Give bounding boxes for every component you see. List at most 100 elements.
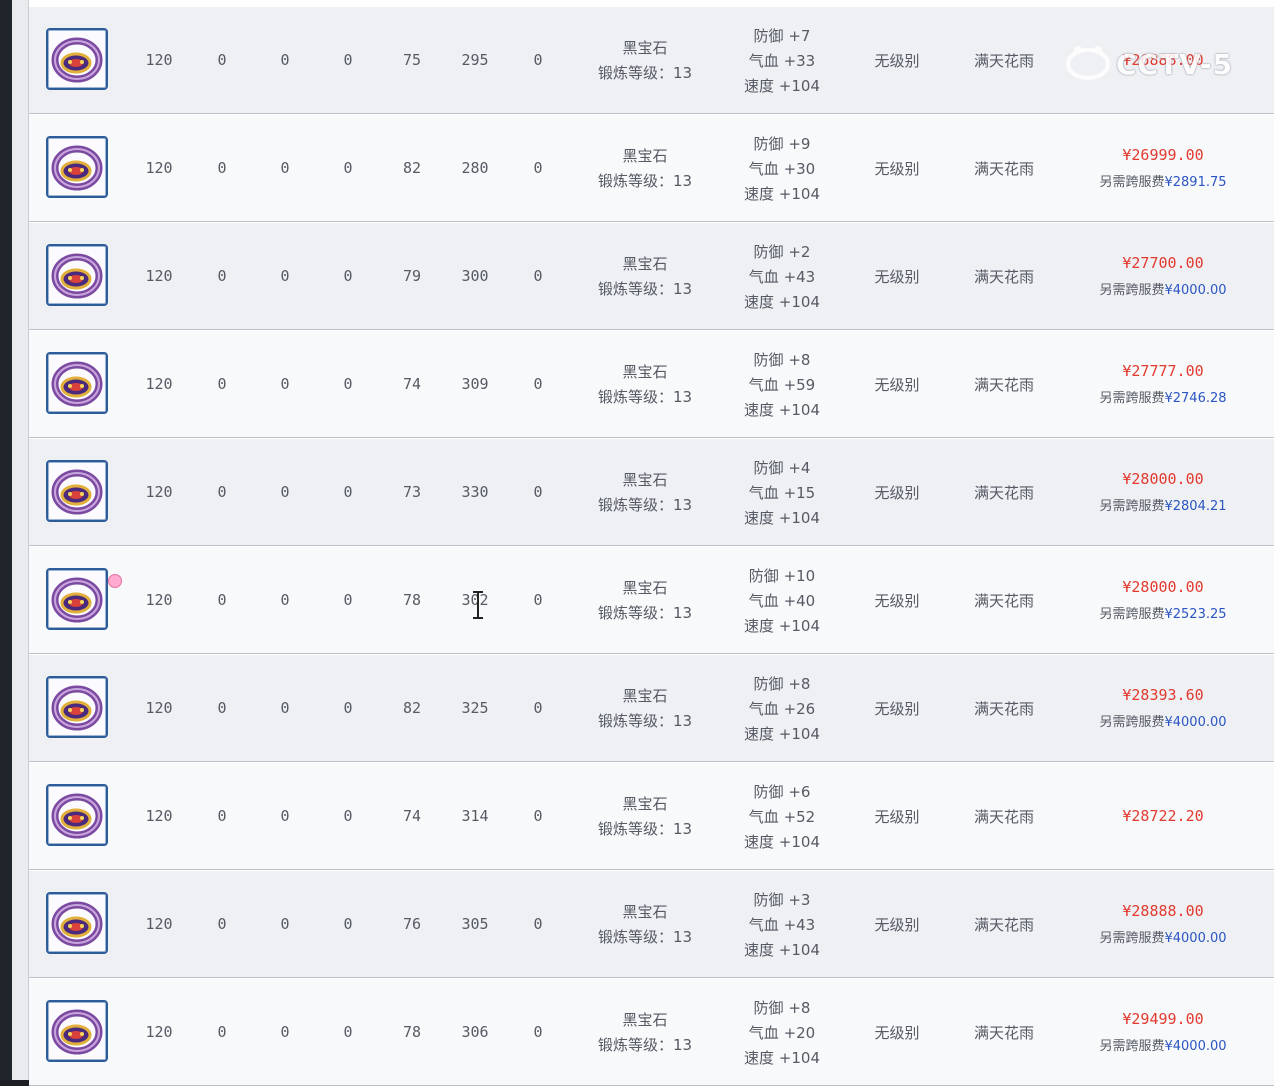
level-class: 无级别 — [874, 699, 920, 718]
attr-value-5: 309 — [461, 375, 489, 393]
speed-stat-label: 速度 — [744, 940, 775, 959]
equipment-listing-table: 120 0 0 0 75 295 0 黑宝石 锻炼等级：13 防御 +7 气血 +33 速度 +104… — [28, 0, 1274, 1086]
hp-stat-label: 气血 — [748, 915, 779, 934]
item-ring-icon[interactable] — [46, 1000, 108, 1062]
hp-stat-value: +15 — [783, 483, 816, 502]
level-value: 120 — [145, 159, 173, 177]
speed-stat-label: 速度 — [744, 508, 775, 527]
cross-server-fee: 另需跨服费¥4000.00 — [1099, 279, 1226, 298]
speed-stat-label: 速度 — [744, 616, 775, 635]
table-row[interactable]: 120 0 0 0 74 309 0 黑宝石 锻炼等级：13 防御 +8 气血 +59 速度 +104… — [29, 331, 1274, 438]
price-info: ¥26999.00 另需跨服费¥2891.75 — [1075, 115, 1251, 221]
level-class: 无级别 — [874, 159, 920, 178]
gem-info: 黑宝石 锻炼等级：13 — [575, 223, 715, 329]
gem-name: 黑宝石 — [622, 363, 668, 381]
price-value[interactable]: ¥27700.00 — [1122, 254, 1203, 272]
special-effect: 满天花雨 — [973, 699, 1034, 718]
item-ring-icon[interactable] — [46, 784, 108, 846]
attr-value-3: 0 — [343, 699, 353, 717]
table-row[interactable]: 120 0 0 0 73 330 0 黑宝石 锻炼等级：13 防御 +4 气血 +15 速度 +104… — [29, 439, 1274, 546]
table-row[interactable]: 120 0 0 0 78 302 0 黑宝石 锻炼等级：13 防御 +10 气血 +40 速度 +10… — [29, 547, 1274, 654]
hp-stat: 气血 +40 — [749, 590, 815, 611]
price-info: ¥28888.00 另需跨服费¥4000.00 — [1075, 871, 1251, 977]
item-ring-icon[interactable] — [46, 28, 108, 90]
gem-name: 黑宝石 — [622, 39, 668, 57]
attr-value-5: 305 — [461, 915, 489, 933]
attr-value-2: 0 — [280, 591, 290, 609]
fee-label: 另需跨服费 — [1099, 607, 1165, 622]
price-value[interactable]: ¥28888.00 — [1122, 902, 1203, 920]
defense-stat-label: 防御 — [753, 890, 784, 909]
left-edge-strip — [0, 0, 12, 1080]
forge-value: 13 — [672, 64, 693, 82]
attr-value-6: 0 — [533, 699, 543, 717]
fee-label: 另需跨服费 — [1099, 499, 1165, 514]
attr-value-3: 0 — [343, 591, 353, 609]
stat-bonuses: 防御 +9 气血 +30 速度 +104 — [723, 115, 841, 221]
price-value[interactable]: ¥27777.00 — [1122, 362, 1203, 380]
forge-value: 13 — [672, 820, 693, 838]
attr-value-6: 0 — [533, 807, 543, 825]
attr-value-3: 0 — [343, 1023, 353, 1041]
level-value: 120 — [145, 375, 173, 393]
attr-value-1: 0 — [217, 159, 227, 177]
forge-value: 13 — [672, 172, 693, 190]
speed-stat-label: 速度 — [744, 832, 775, 851]
defense-stat: 防御 +4 — [754, 457, 811, 478]
forge-level: 锻炼等级：13 — [598, 278, 692, 299]
speed-stat: 速度 +104 — [744, 831, 820, 852]
defense-stat-value: +8 — [788, 674, 811, 693]
price-info: ¥28000.00 另需跨服费¥2523.25 — [1075, 547, 1251, 653]
forge-label: 锻炼等级： — [597, 820, 673, 838]
attr-value-6: 0 — [533, 915, 543, 933]
attr-value-5: 295 — [461, 51, 489, 69]
stat-bonuses: 防御 +7 气血 +33 速度 +104 — [723, 7, 841, 113]
level-class: 无级别 — [874, 915, 920, 934]
item-ring-icon[interactable] — [46, 676, 108, 738]
item-ring-icon[interactable] — [46, 460, 108, 522]
price-value[interactable]: ¥28000.00 — [1122, 470, 1203, 488]
table-row[interactable]: 120 0 0 0 82 325 0 黑宝石 锻炼等级：13 防御 +8 气血 +26 速度 +104… — [29, 655, 1274, 762]
defense-stat: 防御 +8 — [754, 673, 811, 694]
item-ring-icon[interactable] — [46, 352, 108, 414]
item-ring-icon[interactable] — [46, 892, 108, 954]
table-row[interactable]: 120 0 0 0 74 314 0 黑宝石 锻炼等级：13 防御 +6 气血 +52 速度 +104… — [29, 763, 1274, 870]
item-ring-icon[interactable] — [46, 244, 108, 306]
price-value[interactable]: ¥28722.20 — [1122, 807, 1203, 825]
defense-stat-value: +6 — [788, 782, 811, 801]
table-row[interactable]: 120 0 0 0 82 280 0 黑宝石 锻炼等级：13 防御 +9 气血 +30 速度 +104… — [29, 115, 1274, 222]
forge-label: 锻炼等级： — [597, 604, 673, 622]
table-row[interactable]: 120 0 0 0 79 300 0 黑宝石 锻炼等级：13 防御 +2 气血 +43 速度 +104… — [29, 223, 1274, 330]
attr-value-4: 74 — [402, 375, 422, 393]
defense-stat-label: 防御 — [753, 674, 784, 693]
table-row[interactable]: 120 0 0 0 76 305 0 黑宝石 锻炼等级：13 防御 +3 气血 +43 速度 +104… — [29, 871, 1274, 978]
fee-value: ¥2523.25 — [1164, 607, 1227, 622]
price-value[interactable]: ¥28393.60 — [1122, 686, 1203, 704]
table-row[interactable]: 120 0 0 0 78 306 0 黑宝石 锻炼等级：13 防御 +8 气血 +20 速度 +104… — [29, 979, 1274, 1086]
defense-stat-label: 防御 — [753, 458, 784, 477]
special-effect: 满天花雨 — [973, 807, 1034, 826]
level-value: 120 — [145, 915, 173, 933]
attr-value-5: 314 — [461, 807, 489, 825]
item-ring-icon[interactable] — [46, 136, 108, 198]
special-effect: 满天花雨 — [973, 591, 1034, 610]
item-ring-icon[interactable] — [46, 568, 122, 630]
text-cursor-icon — [473, 591, 483, 619]
price-value[interactable]: ¥28000.00 — [1122, 578, 1203, 596]
price-value[interactable]: ¥26999.00 — [1122, 146, 1203, 164]
hp-stat-label: 气血 — [748, 375, 779, 394]
attr-value-3: 0 — [343, 159, 353, 177]
forge-level: 锻炼等级：13 — [598, 926, 692, 947]
fee-value: ¥2746.28 — [1164, 391, 1227, 406]
defense-stat-label: 防御 — [753, 350, 784, 369]
level-class: 无级别 — [874, 51, 920, 70]
attr-value-1: 0 — [217, 483, 227, 501]
cross-server-fee: 另需跨服费¥2523.25 — [1099, 603, 1226, 622]
forge-label: 锻炼等级： — [597, 388, 673, 406]
forge-level: 锻炼等级：13 — [598, 1034, 692, 1055]
forge-value: 13 — [672, 712, 693, 730]
level-value: 120 — [145, 267, 173, 285]
price-value[interactable]: ¥29499.00 — [1122, 1010, 1203, 1028]
forge-label: 锻炼等级： — [597, 496, 673, 514]
price-info: ¥27777.00 另需跨服费¥2746.28 — [1075, 331, 1251, 437]
